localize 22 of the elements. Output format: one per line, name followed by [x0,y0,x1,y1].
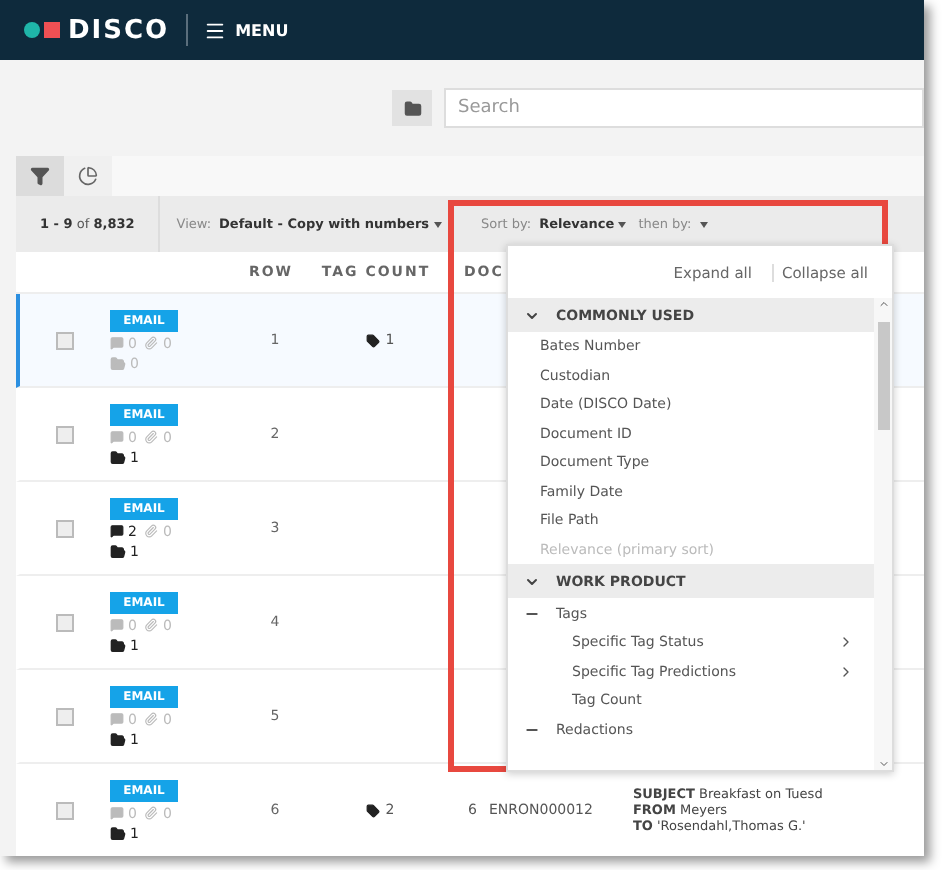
search-field[interactable]: Search [444,88,924,128]
row-checkbox[interactable] [56,613,74,631]
row-checkbox[interactable] [56,425,74,443]
row-checkbox[interactable] [56,331,74,349]
menu-icon [203,19,226,41]
scroll-up-icon[interactable] [877,298,889,310]
tab[interactable] [64,156,112,196]
pie-chart-icon [78,166,98,186]
tab[interactable] [16,156,64,196]
then-by-dropdown[interactable] [699,221,708,227]
scroll-down-icon[interactable] [877,758,889,770]
chevron-down-icon [524,573,540,589]
disco-logo[interactable]: DISCO [24,14,188,46]
folder-button[interactable] [392,90,432,126]
chevron-down-icon [524,307,540,323]
menu-button[interactable]: MENU [203,19,289,41]
filter-icon [30,166,50,186]
scrollbar[interactable] [874,298,892,770]
row-checkbox[interactable] [56,519,74,537]
folder-icon [403,99,421,117]
row-checkbox[interactable] [56,801,74,819]
row-checkbox[interactable] [56,707,74,725]
